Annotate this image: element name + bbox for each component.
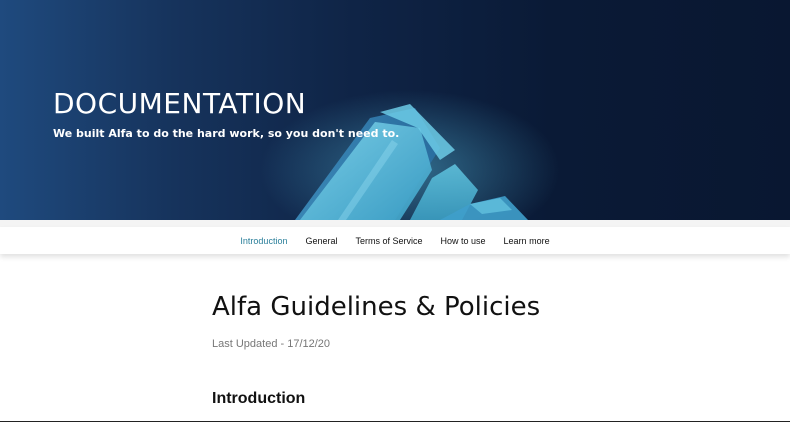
nav-item-introduction[interactable]: Introduction xyxy=(240,236,287,246)
nav-top-strip xyxy=(0,220,790,227)
nav-item-general[interactable]: General xyxy=(305,236,337,246)
hero-tagline: We built Alfa to do the hard work, so yo… xyxy=(53,127,400,140)
hero-title: DOCUMENTATION xyxy=(53,87,307,120)
nav-item-learn-more[interactable]: Learn more xyxy=(504,236,550,246)
documentation-page: DOCUMENTATION We built Alfa to do the ha… xyxy=(0,0,790,422)
section-heading-introduction: Introduction xyxy=(212,390,306,407)
page-title: Alfa Guidelines & Policies xyxy=(212,292,541,322)
main-content: Alfa Guidelines & Policies Last Updated … xyxy=(212,290,712,409)
nav-item-how-to-use[interactable]: How to use xyxy=(441,236,486,246)
nav-item-terms-of-service[interactable]: Terms of Service xyxy=(355,236,422,246)
top-navigation: Introduction General Terms of Service Ho… xyxy=(0,227,790,254)
last-updated-text: Last Updated - 17/12/20 xyxy=(212,338,331,350)
hero-banner: DOCUMENTATION We built Alfa to do the ha… xyxy=(0,0,790,220)
